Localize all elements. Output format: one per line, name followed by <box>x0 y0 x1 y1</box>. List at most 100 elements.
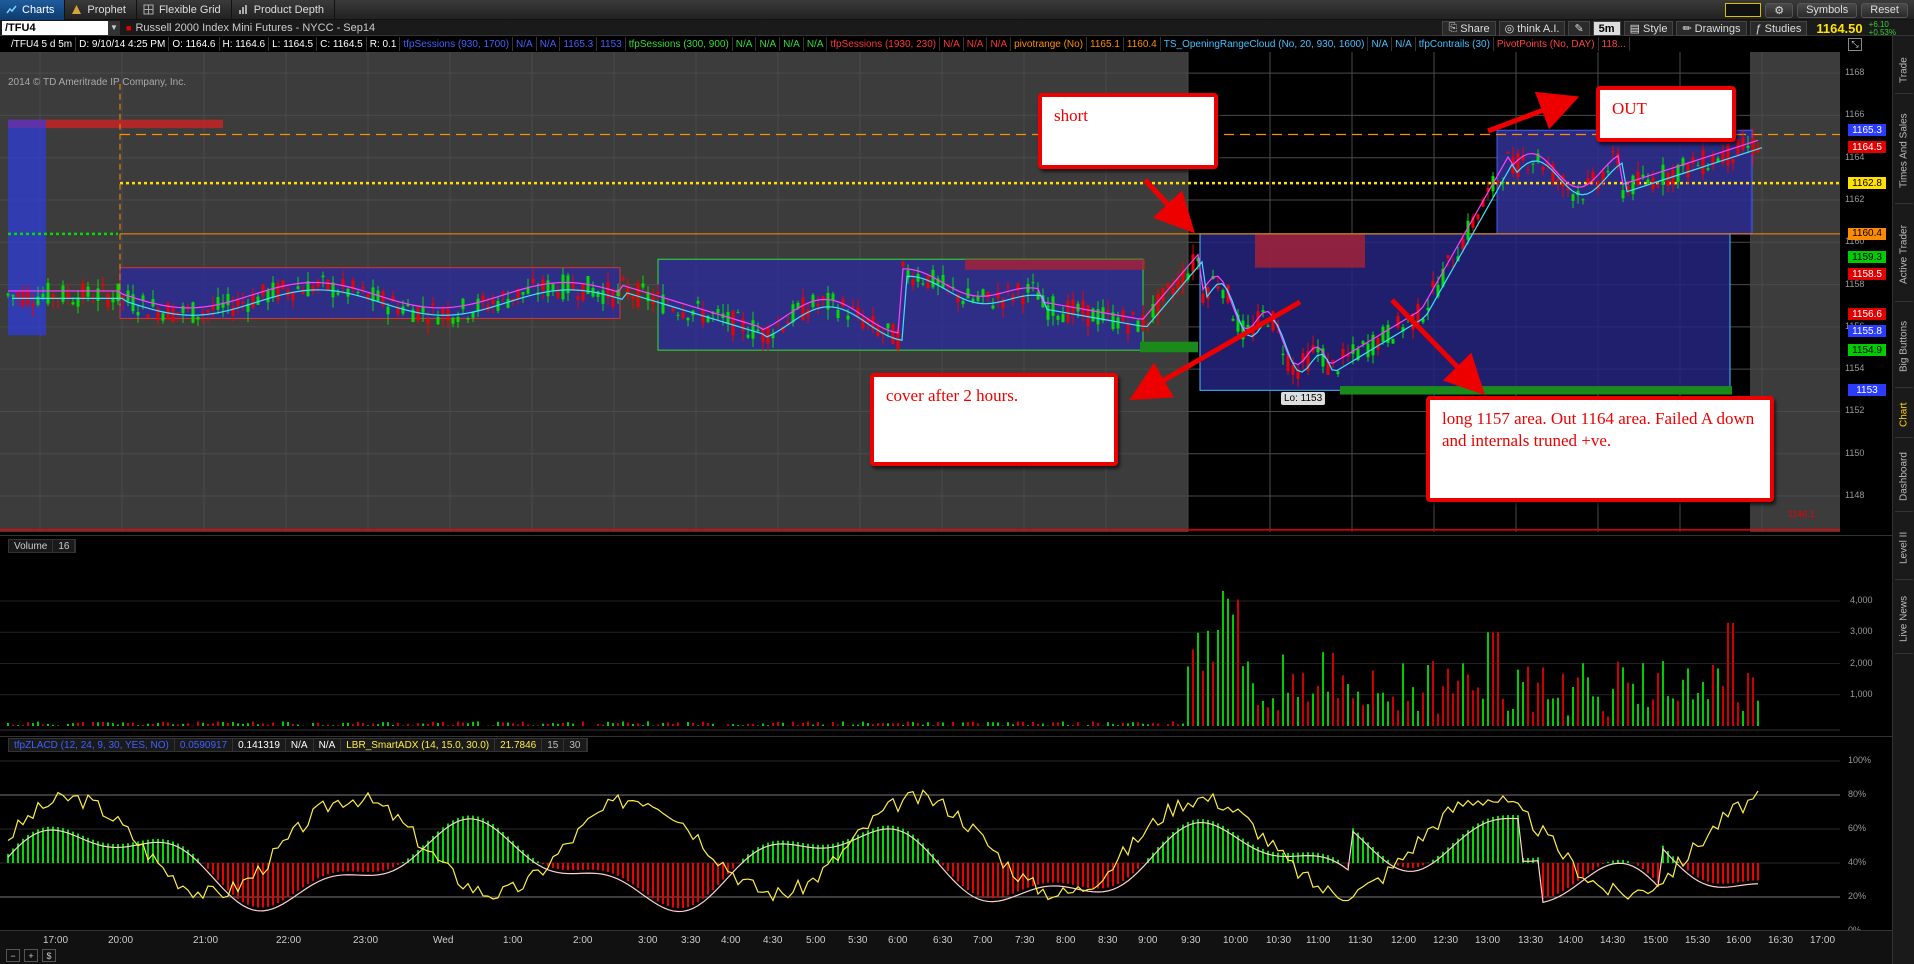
study-legend-item[interactable]: /TFU4 5 d 5m <box>8 37 77 51</box>
zoom-out-icon[interactable]: − <box>6 949 20 962</box>
candle-body <box>626 286 630 297</box>
candle-body <box>1166 283 1170 288</box>
candle-body <box>1366 343 1370 358</box>
sidebar-tab-big-buttons[interactable]: Big Buttons <box>1895 306 1913 388</box>
oscillator-pane[interactable]: tfpZLACD (12, 24, 9, 30, YES, NO) 0.05909… <box>0 736 1892 935</box>
study-legend-item[interactable]: 1160.4 <box>1124 37 1161 51</box>
symbol-description: Russell 2000 Index Mini Futures - NYCC -… <box>135 21 376 34</box>
candle-body <box>1391 338 1395 344</box>
study-legend-item[interactable]: N/A <box>756 37 781 51</box>
study-legend-item[interactable]: N/A <box>537 37 561 51</box>
candle-body <box>1526 169 1530 171</box>
thinkorswim-window: Charts Prophet Flexible Grid Product Dep… <box>0 0 1914 964</box>
study-legend-item[interactable]: N/A <box>987 37 1012 51</box>
candle-body <box>976 296 980 302</box>
chevron-down-icon[interactable]: ▼ <box>108 20 120 35</box>
volume-chart[interactable] <box>0 536 1892 731</box>
symbol-input[interactable]: /TFU4 ▼ <box>2 20 120 35</box>
tab-prophet[interactable]: Prophet <box>65 0 137 20</box>
study-legend-item[interactable]: 1165.1 <box>1087 37 1124 51</box>
study-legend-item[interactable]: N/A <box>940 37 964 51</box>
link-icon[interactable]: ⤡ <box>1848 38 1862 51</box>
candle-body <box>91 301 95 303</box>
candle-body <box>196 316 200 320</box>
tools-button[interactable]: ✎ <box>1568 21 1590 36</box>
sidebar-tab-dashboard[interactable]: Dashboard <box>1895 442 1913 512</box>
symbols-button[interactable]: Symbols <box>1797 2 1858 18</box>
sidebar-tab-live-news[interactable]: Live News <box>1895 584 1913 654</box>
oscillator-axis-label: 100% <box>1848 755 1872 765</box>
time-axis-label: 15:30 <box>1685 935 1711 946</box>
candle-body <box>886 323 890 329</box>
study-legend-item[interactable]: H: 1164.6 <box>220 37 270 51</box>
sidebar-tab-times-and-sales[interactable]: Times And Sales <box>1895 98 1913 204</box>
price-axis-label: 1152 <box>1845 405 1865 416</box>
studies-button[interactable]: ƒ Studies <box>1749 21 1808 36</box>
candle-body <box>1116 317 1120 329</box>
study-legend-item[interactable]: N/A <box>964 37 988 51</box>
study-legend-item[interactable]: tfpContrails (30) <box>1416 37 1494 51</box>
candle-body <box>1281 353 1285 356</box>
candle-body <box>1081 300 1085 316</box>
reset-button[interactable]: Reset <box>1861 2 1908 18</box>
quick-search-box[interactable] <box>1725 3 1762 17</box>
think-ai-button[interactable]: ◎ think A.I. <box>1498 21 1566 36</box>
study-legend-item[interactable]: C: 1164.5 <box>317 37 367 51</box>
oscillator-axis-label: 40% <box>1848 857 1867 867</box>
study-legend-item[interactable]: PivotPoints (No, DAY) <box>1494 37 1599 51</box>
sidebar-tab-chart[interactable]: Chart <box>1895 392 1913 438</box>
study-legend-item[interactable]: 118... <box>1599 37 1630 51</box>
study-legend-item[interactable]: TS_OpeningRangeCloud (No, 20, 930, 1600) <box>1161 37 1369 51</box>
study-legend-item[interactable]: N/A <box>513 37 537 51</box>
study-legend-item[interactable]: N/A <box>1392 37 1416 51</box>
share-button[interactable]: ⎘ Share <box>1442 21 1496 36</box>
study-legend-item[interactable]: 1165.3 <box>560 37 598 51</box>
drawings-button[interactable]: ✏ Drawings <box>1676 21 1747 36</box>
fit-icon[interactable]: $ <box>42 949 56 962</box>
candle-body <box>776 324 780 326</box>
volume-axis-label: 2,000 <box>1850 657 1873 668</box>
zoom-in-icon[interactable]: + <box>24 949 38 962</box>
sidebar-tab-trade[interactable]: Trade <box>1895 48 1913 94</box>
settings-button[interactable]: ⚙ <box>1765 2 1794 18</box>
style-button[interactable]: ▤ Style <box>1623 21 1674 36</box>
volume-pane[interactable]: Volume 16 4,000 3,000 2,000 1,000 <box>0 535 1892 731</box>
study-legend-item[interactable]: O: 1164.6 <box>169 37 220 51</box>
candle-body <box>1666 172 1670 186</box>
candle-body <box>696 300 700 304</box>
share-label: Share <box>1460 22 1490 35</box>
study-legend-item[interactable]: pivotrange (No) <box>1011 37 1088 51</box>
pivot-low-label: 1146.1 <box>1788 509 1815 519</box>
candle-body <box>1686 163 1690 178</box>
timeframe-button[interactable]: 5m <box>1592 21 1621 36</box>
candle-body <box>1656 185 1660 187</box>
study-legend-item[interactable]: N/A <box>804 37 828 51</box>
study-legend-item[interactable]: D: 9/10/14 4:25 PM <box>76 37 170 51</box>
candle-body <box>941 274 945 288</box>
candle-body <box>1741 137 1745 150</box>
study-legend-item[interactable]: N/A <box>733 37 757 51</box>
study-legend-item[interactable]: tfpSessions (300, 900) <box>626 37 733 51</box>
tab-product-depth[interactable]: Product Depth <box>232 0 336 20</box>
study-legend-item[interactable]: R: 0.1 <box>367 37 401 51</box>
candle-body <box>581 283 585 301</box>
tab-flexible-grid[interactable]: Flexible Grid <box>137 0 232 20</box>
study-legend-item[interactable]: tfpSessions (1930, 230) <box>827 37 941 51</box>
candle-body <box>1396 315 1400 328</box>
candle-body <box>491 299 495 305</box>
study-legend-item[interactable]: 1153 <box>597 37 626 51</box>
oscillator-chart[interactable] <box>0 737 1892 931</box>
candle-body <box>1216 286 1220 289</box>
study-legend-item[interactable]: N/A <box>1368 37 1393 51</box>
tab-charts[interactable]: Charts <box>0 0 66 20</box>
study-legend-item[interactable]: L: 1164.5 <box>269 37 318 51</box>
study-legend-item[interactable]: tfpSessions (930, 1700) <box>400 37 514 51</box>
sidebar-tab-active-trader[interactable]: Active Trader <box>1895 208 1913 302</box>
candle-body <box>171 308 175 322</box>
sidebar-tab-level-ii[interactable]: Level II <box>1895 516 1913 580</box>
study-legend-item[interactable]: N/A <box>780 37 804 51</box>
candle-body <box>1201 293 1205 303</box>
candle-body <box>291 292 295 301</box>
candle-body <box>71 302 75 305</box>
resistance-zone <box>965 259 1145 270</box>
